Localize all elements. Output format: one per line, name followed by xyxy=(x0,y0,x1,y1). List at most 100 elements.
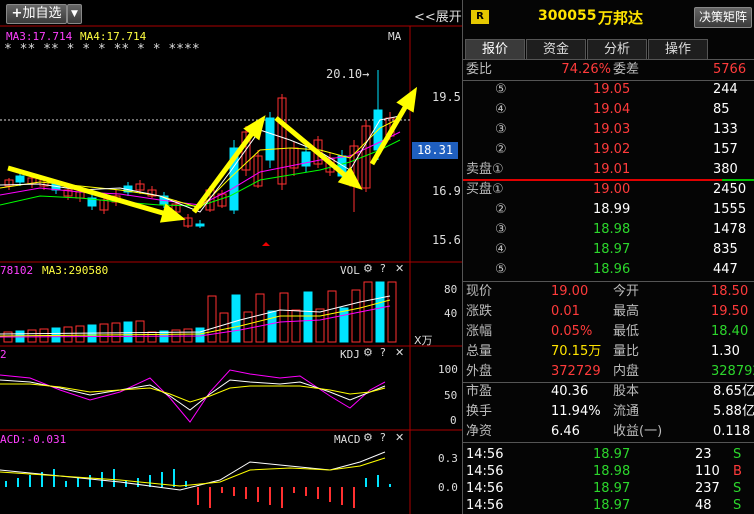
buy-level-row: ② 18.99 1555 xyxy=(463,200,754,220)
tick-price: 18.97 xyxy=(593,498,631,513)
ytick-2: 16.9 xyxy=(432,184,461,198)
sell-level-volume: 85 xyxy=(713,102,730,117)
buy-level-row: ⑤ 18.96 447 xyxy=(463,260,754,280)
vol-ma3-label: MA3:290580 xyxy=(42,264,109,277)
volume-bar xyxy=(123,321,133,343)
tab-operation[interactable]: 操作 xyxy=(648,39,708,59)
kdj-tick-0: 0 xyxy=(450,414,457,427)
ma-tag: MA xyxy=(388,30,402,43)
tick-side: S xyxy=(733,498,742,513)
volume-bar xyxy=(363,281,373,343)
sell-level-label: ② xyxy=(495,142,507,157)
sell-level-row: 卖盘① 19.01 380 xyxy=(463,160,754,180)
quote-row: 现价 19.00 今开 18.50 xyxy=(463,282,754,302)
ytick-1: 19.5 xyxy=(432,90,461,104)
vol-tick-80: 80 xyxy=(444,283,458,296)
weicha-label: 委差 xyxy=(613,62,640,77)
stock-code: 300055 xyxy=(538,8,597,24)
volume-bar xyxy=(339,307,349,343)
fundamental-row: 换手 11.94% 流通 5.88亿 xyxy=(463,402,754,422)
quote-row: 总量 70.15万 量比 1.30 xyxy=(463,342,754,362)
buy-level-label: 买盘① xyxy=(466,182,504,197)
quote-label: 今开 xyxy=(613,284,640,299)
gear-icon[interactable]: ⚙ xyxy=(363,346,373,359)
kdj-tick-50: 50 xyxy=(444,389,458,402)
volume-bar xyxy=(255,293,265,343)
sell-level-price: 19.02 xyxy=(593,142,631,157)
volume-bar xyxy=(387,281,397,343)
kdj-left-value: 2 xyxy=(0,348,7,361)
buy-level-volume: 2450 xyxy=(713,182,747,197)
sell-level-price: 19.01 xyxy=(593,162,631,177)
fund-label: 收益(一) xyxy=(613,424,663,439)
quote-value: 1.30 xyxy=(711,344,740,359)
vol-left-value: 78102 xyxy=(0,264,34,277)
volume-bar xyxy=(147,331,157,343)
buy-level-label: ④ xyxy=(495,242,507,257)
tab-analysis[interactable]: 分析 xyxy=(587,39,647,59)
sell-level-row: ② 19.02 157 xyxy=(463,140,754,160)
tab-quote[interactable]: 报价 xyxy=(465,39,525,59)
weibi-value: 74.26% xyxy=(561,62,611,77)
quote-row: 涨跌 0.01 最高 19.50 xyxy=(463,302,754,322)
buy-level-label: ③ xyxy=(495,222,507,237)
quote-value: 0.01 xyxy=(551,304,580,319)
current-price-tag: 18.31 xyxy=(412,142,458,159)
candle-body xyxy=(195,223,205,227)
kline-chart[interactable] xyxy=(0,0,462,514)
sell-level-price: 19.03 xyxy=(593,122,631,137)
gear-icon[interactable]: ⚙ xyxy=(363,262,373,275)
tab-capital[interactable]: 资金 xyxy=(526,39,586,59)
sell-level-volume: 133 xyxy=(713,122,738,137)
sell-level-label: 卖盘① xyxy=(466,162,504,177)
close-icon[interactable]: ✕ xyxy=(395,262,404,275)
candle-body xyxy=(301,151,311,167)
buy-level-price: 18.99 xyxy=(593,202,631,217)
quote-value: 18.50 xyxy=(711,284,749,299)
close-icon[interactable]: ✕ xyxy=(395,346,404,359)
sell-level-row: ③ 19.03 133 xyxy=(463,120,754,140)
macd-left-value: ACD:-0.031 xyxy=(0,433,67,446)
quote-label: 最高 xyxy=(613,304,640,319)
fund-label: 市盈 xyxy=(466,384,493,399)
buy-level-volume: 1555 xyxy=(713,202,747,217)
sell-level-row: ⑤ 19.05 244 xyxy=(463,80,754,100)
quote-label: 现价 xyxy=(466,284,493,299)
sell-level-price: 19.04 xyxy=(593,102,631,117)
quote-row: 涨幅 0.05% 最低 18.40 xyxy=(463,322,754,342)
fund-value: 5.88亿 xyxy=(713,404,754,419)
buy-level-row: 买盘① 19.00 2450 xyxy=(463,180,754,200)
fund-value: 0.118 xyxy=(713,424,751,439)
candle-body xyxy=(15,175,25,183)
quote-label: 涨跌 xyxy=(466,304,493,319)
quote-label: 量比 xyxy=(613,344,640,359)
buy-level-price: 18.96 xyxy=(593,262,631,277)
fund-label: 换手 xyxy=(466,404,493,419)
weibi-row: 委比 74.26% 委差 5766 xyxy=(463,60,754,80)
sell-level-volume: 157 xyxy=(713,142,738,157)
fundamental-row: 净资 6.46 收益(一) 0.118 xyxy=(463,422,754,442)
help-icon[interactable]: ? xyxy=(380,431,386,444)
fund-label: 净资 xyxy=(466,424,493,439)
volume-bar xyxy=(243,311,253,343)
help-icon[interactable]: ? xyxy=(380,346,386,359)
volume-bar xyxy=(63,326,73,343)
decision-matrix-button[interactable]: 决策矩阵 xyxy=(694,7,752,28)
macd-tick-03: 0.3 xyxy=(438,452,458,465)
stock-name: 万邦达 xyxy=(598,9,644,27)
buy-level-row: ③ 18.98 1478 xyxy=(463,220,754,240)
close-icon[interactable]: ✕ xyxy=(395,431,404,444)
vol-tick-40: 40 xyxy=(444,307,458,320)
gear-icon[interactable]: ⚙ xyxy=(363,431,373,444)
quote-row: 外盘 372729 内盘 328792 xyxy=(463,362,754,382)
volume-bar xyxy=(231,294,241,343)
sell-level-row: ④ 19.04 85 xyxy=(463,100,754,120)
stock-terminal-window: +加自选 ▼ <<展开 MA3:17.714 MA4:17.714 MA * *… xyxy=(0,0,754,514)
sell-level-label: ④ xyxy=(495,102,507,117)
help-icon[interactable]: ? xyxy=(380,262,386,275)
fund-value: 8.65亿 xyxy=(713,384,754,399)
macd-tick-00: 0.0 xyxy=(438,481,458,494)
fundamental-row: 市盈 40.36 股本 8.65亿 xyxy=(463,382,754,402)
quote-value: 70.15万 xyxy=(551,344,602,359)
buy-level-volume: 447 xyxy=(713,262,738,277)
